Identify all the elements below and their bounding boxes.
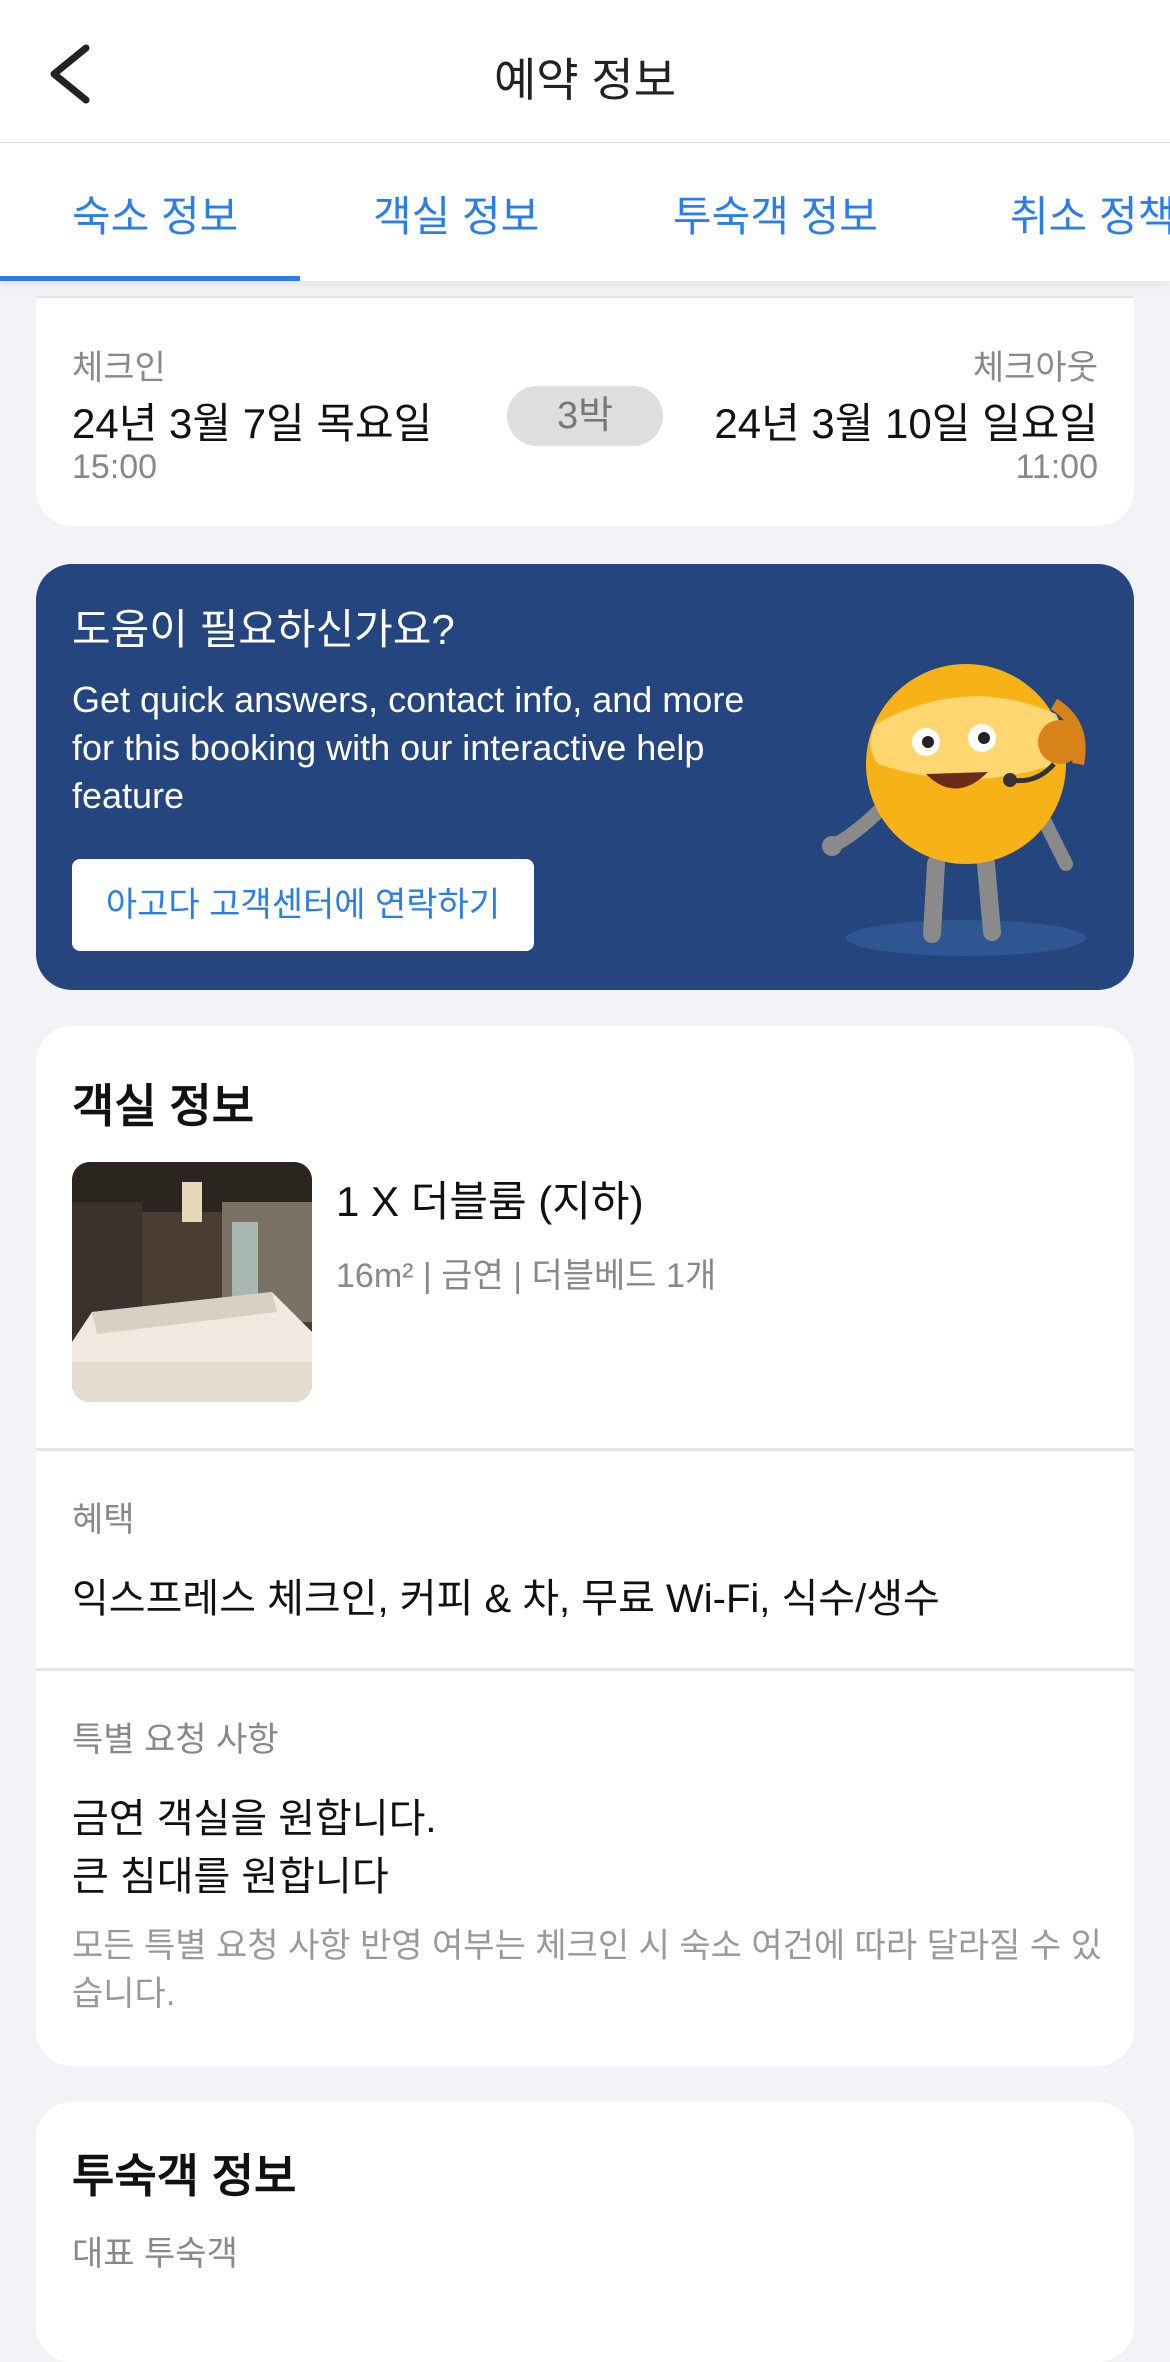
- guest-section-title: 투숙객 정보: [72, 2150, 297, 2202]
- checkin-date: 24년 3월 7일 목요일: [72, 400, 433, 447]
- tab-cancellation-policy[interactable]: 취소 정책: [1010, 183, 1170, 244]
- special-request-item: 금연 객실을 원합니다.: [72, 1797, 437, 1841]
- special-requests-label: 특별 요청 사항: [72, 1721, 279, 1759]
- checkout-label: 체크아웃: [972, 349, 1098, 387]
- benefits-text: 익스프레스 체크인, 커피 & 차, 무료 Wi-Fi, 식수/생수: [72, 1577, 940, 1621]
- divider: [36, 1668, 1134, 1671]
- room-section-title: 객실 정보: [72, 1080, 255, 1132]
- room-details: 16m² | 금연 | 더블베드 1개: [336, 1257, 717, 1295]
- stay-dates-card: 체크인 24년 3월 7일 목요일 15:00 3박 체크아웃 24년 3월 1…: [36, 296, 1134, 526]
- tab-bar: 숙소 정보 객실 정보 투숙객 정보 취소 정책: [0, 143, 1170, 281]
- special-request-item: 큰 침대를 원합니다: [72, 1855, 389, 1899]
- checkin-label: 체크인: [72, 349, 166, 387]
- room-name: 1 X 더블룸 (지하): [336, 1178, 644, 1225]
- active-tab-indicator: [0, 276, 300, 281]
- nights-badge: 3박: [507, 386, 663, 446]
- contact-support-button[interactable]: 아고다 고객센터에 연락하기: [72, 859, 534, 951]
- top-app-bar: 예약 정보: [0, 0, 1170, 144]
- tab-guest-info[interactable]: 투숙객 정보: [673, 183, 878, 244]
- special-requests-note: 모든 특별 요청 사항 반영 여부는 체크인 시 숙소 여건에 따라 달라질 수…: [72, 1927, 1102, 2013]
- checkout-time: 11:00: [1015, 448, 1098, 486]
- checkout-date: 24년 3월 10일 일요일: [714, 400, 1098, 447]
- room-image: [72, 1162, 312, 1402]
- page-title: 예약 정보: [493, 54, 677, 106]
- tab-property-info[interactable]: 숙소 정보: [72, 183, 238, 244]
- room-photo[interactable]: [72, 1162, 312, 1402]
- tab-room-info[interactable]: 객실 정보: [373, 183, 539, 244]
- room-info-card: 객실 정보 1 X 더블룸 (지하) 16m² | 금연 | 더블베드 1개 혜…: [36, 1026, 1134, 2066]
- support-mascot-icon: [822, 664, 1086, 956]
- help-description: Get quick answers, contact info, and mor…: [72, 679, 745, 816]
- lead-guest-label: 대표 투숙객: [72, 2235, 238, 2273]
- help-banner: 도움이 필요하신가요? Get quick answers, contact i…: [36, 564, 1134, 990]
- guest-info-card: 투숙객 정보 대표 투숙객: [36, 2102, 1134, 2362]
- divider: [36, 1448, 1134, 1451]
- benefits-label: 혜택: [72, 1501, 135, 1539]
- checkin-time: 15:00: [72, 448, 158, 486]
- help-title: 도움이 필요하신가요?: [72, 606, 455, 653]
